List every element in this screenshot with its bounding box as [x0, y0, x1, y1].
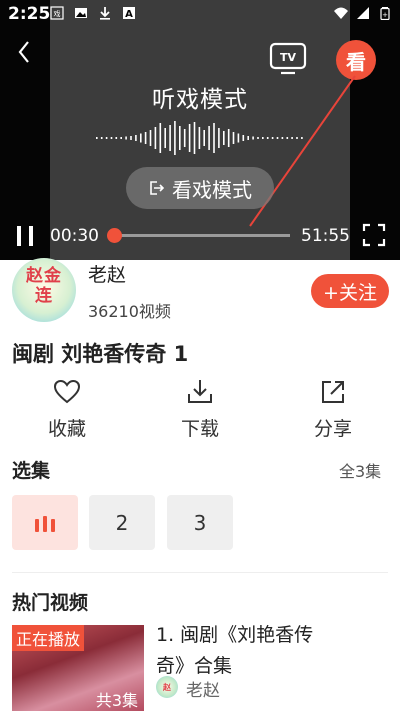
- episode-3[interactable]: 3: [167, 495, 233, 550]
- status-time: 2:25: [8, 4, 51, 24]
- hot-video-title-line1: 1. 闽剧《刘艳香传: [156, 624, 314, 646]
- favorite-label: 收藏: [47, 418, 86, 440]
- exit-icon: [150, 181, 164, 195]
- progress-knob[interactable]: [106, 228, 122, 243]
- switch-to-watch-mode-button[interactable]: 看戏模式: [126, 167, 274, 209]
- status-bar: 2:25 戏 A +: [0, 0, 400, 28]
- share-label: 分享: [313, 418, 352, 440]
- progress-bar[interactable]: [106, 228, 290, 243]
- tv-cast-icon[interactable]: TV: [268, 42, 308, 76]
- download-icon: [98, 6, 112, 20]
- download-button[interactable]: 下载: [160, 378, 240, 441]
- svg-text:A: A: [125, 9, 133, 20]
- download-icon: [188, 380, 212, 403]
- share-icon: [322, 381, 344, 403]
- heart-icon: [53, 379, 81, 404]
- video-player[interactable]: 2:25 戏 A + TV 看 听戏模式 看戏模式 00:30 51:55: [0, 0, 400, 260]
- now-playing-badge: 正在播放: [12, 625, 85, 651]
- battery-icon: +: [378, 6, 392, 20]
- duration: 51:55: [301, 226, 350, 246]
- svg-text:TV: TV: [280, 51, 297, 64]
- font-icon: A: [122, 6, 136, 20]
- back-arrow-icon[interactable]: [12, 38, 36, 66]
- share-button[interactable]: 分享: [293, 378, 373, 441]
- switch-mode-label: 看戏模式: [172, 177, 252, 202]
- avatar-logo-text: 赵金连: [26, 266, 62, 306]
- episode-1-playing[interactable]: [12, 495, 78, 550]
- action-row: 收藏 下载 分享: [0, 378, 400, 442]
- current-time: 00:30: [50, 226, 99, 246]
- wifi-icon: [334, 6, 348, 20]
- watch-mode-badge[interactable]: 看: [336, 40, 376, 80]
- image-icon: [74, 6, 88, 20]
- uploader-name[interactable]: 老赵: [88, 260, 126, 287]
- section-divider: [12, 572, 388, 573]
- favorite-button[interactable]: 收藏: [27, 378, 107, 441]
- svg-text:+: +: [382, 11, 388, 19]
- uploader-avatar[interactable]: 赵金连: [12, 258, 76, 322]
- playing-bars-icon: [35, 515, 55, 532]
- thumbnail-episode-count: 共3集: [95, 691, 138, 710]
- hot-author-name[interactable]: 老赵: [186, 676, 220, 701]
- audio-waveform: [96, 121, 303, 155]
- fullscreen-icon[interactable]: [362, 223, 386, 247]
- svg-text:戏: 戏: [54, 9, 61, 18]
- episode-2[interactable]: 2: [89, 495, 155, 550]
- hot-video-thumbnail[interactable]: 正在播放 共3集: [12, 625, 144, 711]
- uploader-video-count: 36210视频: [88, 302, 171, 321]
- hot-video-title[interactable]: 1. 闽剧《刘艳香传 奇》合集: [156, 620, 388, 682]
- app-logo-icon: 戏: [50, 6, 64, 20]
- listen-mode-title: 听戏模式: [152, 87, 248, 113]
- hot-videos-heading: 热门视频: [12, 592, 89, 614]
- video-title: 闽剧 刘艳香传奇 1: [12, 342, 189, 366]
- episodes-count[interactable]: 全3集: [339, 458, 381, 482]
- episodes-heading: 选集: [12, 460, 51, 482]
- pause-icon[interactable]: [14, 224, 36, 248]
- follow-button[interactable]: +关注: [311, 274, 389, 308]
- hot-author-avatar: 赵: [156, 676, 178, 698]
- download-label: 下载: [180, 418, 219, 440]
- signal-icon: [356, 6, 370, 20]
